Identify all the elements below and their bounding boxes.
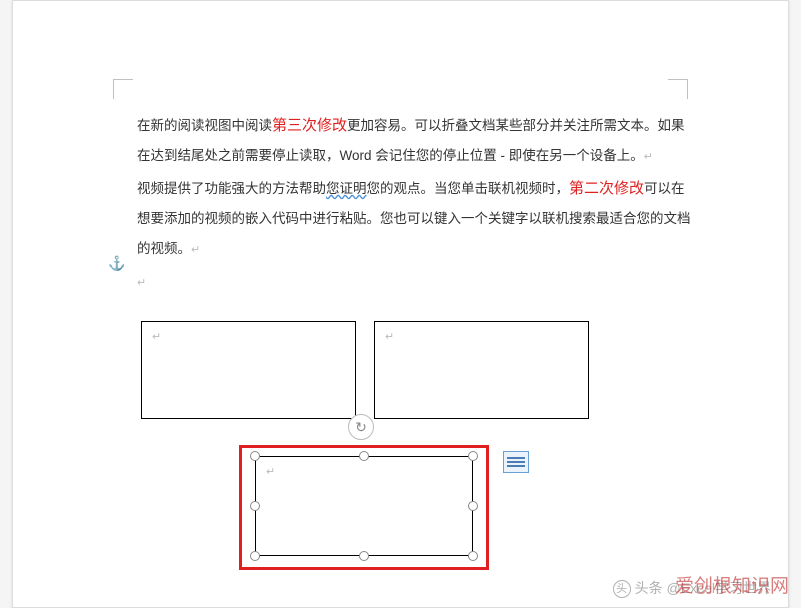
resize-handle-bl[interactable] [250,551,260,561]
text-box-3-selected[interactable]: ↵ [255,456,473,556]
avatar-icon: 头 [613,580,631,598]
body-text[interactable]: 在新的阅读视图中阅读第三次修改更加容易。可以折叠文档某些部分并关注所需文本。如果… [137,111,692,300]
resize-handle-ml[interactable] [250,501,260,511]
document-page: 在新的阅读视图中阅读第三次修改更加容易。可以折叠文档某些部分并关注所需文本。如果… [12,0,789,608]
grammar-squiggle[interactable]: 您证明 [326,181,367,196]
margin-corner-tr [668,79,688,99]
text-box-1[interactable]: ↵ [141,321,356,419]
watermark-site: 爱创根知识网 [675,571,789,598]
paragraph-2[interactable]: 视频提供了功能强大的方法帮助您证明您的观点。当您单击联机视频时，第二次修改可以在… [137,174,692,265]
resize-handle-br[interactable] [468,551,478,561]
pilcrow-icon: ↵ [191,244,200,256]
text: 您的观点。当您单击联机视频时， [367,181,570,196]
text-box-2[interactable]: ↵ [374,321,589,419]
anchor-icon[interactable]: ⚓ [108,255,125,272]
resize-handle-mr[interactable] [468,501,478,511]
pilcrow-icon: ↵ [385,330,394,343]
tracked-change-2[interactable]: 第二次修改 [569,180,644,197]
empty-paragraph[interactable]: ↵ [137,267,692,298]
margin-corner-tl [113,79,133,99]
text: 在新的阅读视图中阅读 [137,118,272,133]
resize-handle-tl[interactable] [250,451,260,461]
pilcrow-icon: ↵ [644,151,653,163]
resize-handle-bm[interactable] [359,551,369,561]
paragraph-1[interactable]: 在新的阅读视图中阅读第三次修改更加容易。可以折叠文档某些部分并关注所需文本。如果… [137,111,692,172]
pilcrow-icon: ↵ [266,465,275,478]
layout-options-icon[interactable]: ↻ [348,414,374,440]
resize-handle-tr[interactable] [468,451,478,461]
highlight-annotation: ↵ [239,445,489,570]
layout-options-button[interactable] [503,451,529,473]
text: 视频提供了功能强大的方法帮助 [137,181,326,196]
tracked-change-3[interactable]: 第三次修改 [272,117,347,134]
pilcrow-icon: ↵ [152,330,161,343]
pilcrow-icon: ↵ [137,277,146,289]
resize-handle-tm[interactable] [359,451,369,461]
